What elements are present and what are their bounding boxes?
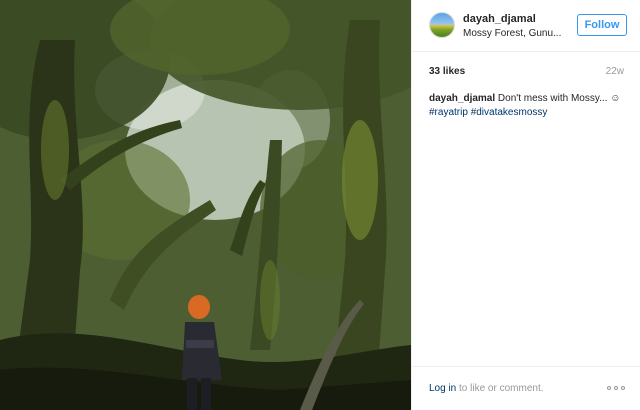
username[interactable]: dayah_djamal [463,13,536,25]
post-footer: Log in to like or comment. [412,366,640,410]
post-age: 22w [605,66,624,77]
more-dot [621,386,625,390]
follow-button[interactable]: Follow [577,14,627,36]
login-prompt: Log in to like or comment. [429,383,544,394]
forest-photo-art [0,0,411,410]
profile-avatar[interactable] [429,12,455,38]
more-dot [607,386,611,390]
post-caption: dayah_djamal Don't mess with Mossy... ☺ … [429,92,629,120]
login-link[interactable]: Log in [429,383,456,394]
likes-count[interactable]: 33 likes [429,66,465,77]
hashtag-divatakesmossy[interactable]: #divatakesmossy [471,107,548,118]
login-suffix: to like or comment. [456,383,544,394]
more-options-icon[interactable] [607,383,627,393]
post-details-panel: dayah_djamal Mossy Forest, Gunu... Follo… [411,0,640,410]
post-header: dayah_djamal Mossy Forest, Gunu... Follo… [412,0,640,52]
hashtag-rayatrip[interactable]: #rayatrip [429,107,468,118]
post-photo[interactable] [0,0,411,410]
more-dot [614,386,618,390]
location-link[interactable]: Mossy Forest, Gunu... [463,28,561,39]
caption-text: Don't mess with Mossy... ☺ [495,93,621,104]
caption-username[interactable]: dayah_djamal [429,93,495,104]
